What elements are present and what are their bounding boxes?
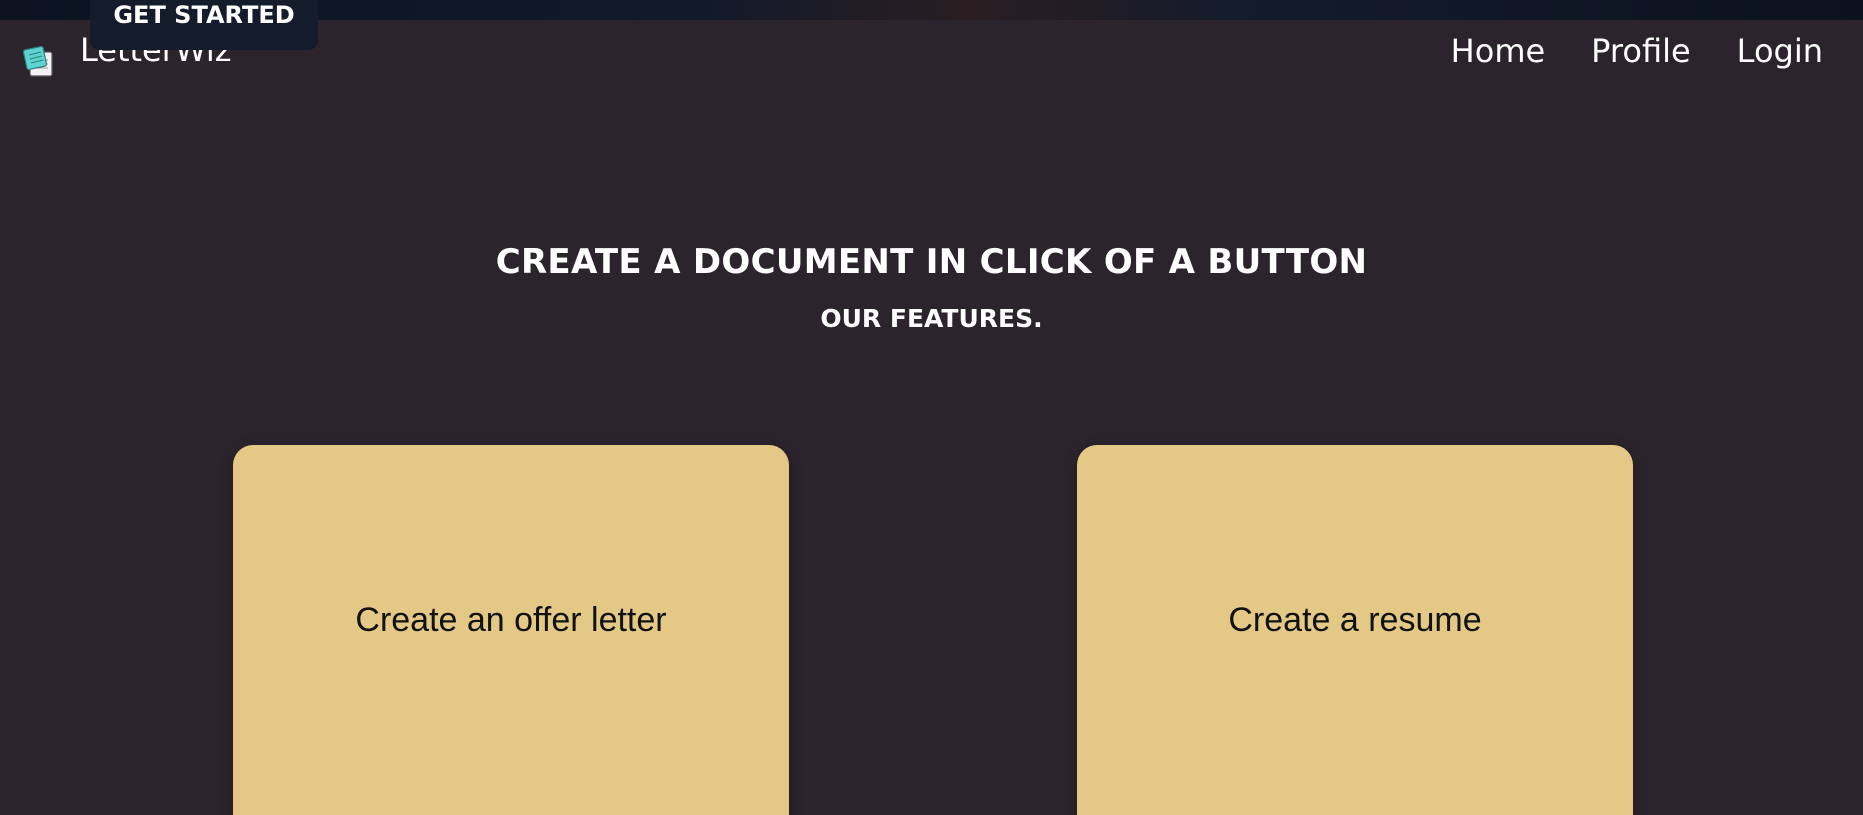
features-heading: OUR FEATURES.: [820, 304, 1043, 333]
get-started-button[interactable]: GET STARTED: [90, 0, 318, 50]
resume-card-label: Create a resume: [1228, 600, 1482, 639]
resume-card[interactable]: Create a resume: [1077, 445, 1633, 815]
offer-letter-card[interactable]: Create an offer letter: [233, 445, 789, 815]
nav-link-home[interactable]: Home: [1451, 32, 1546, 70]
hero-title: CREATE A DOCUMENT IN CLICK OF A BUTTON: [495, 242, 1368, 282]
nav-link-profile[interactable]: Profile: [1591, 32, 1691, 70]
offer-letter-card-label: Create an offer letter: [355, 600, 667, 639]
notepad-icon[interactable]: [21, 42, 57, 78]
nav-links: Home Profile Login: [1451, 32, 1823, 70]
nav-link-login[interactable]: Login: [1737, 32, 1823, 70]
